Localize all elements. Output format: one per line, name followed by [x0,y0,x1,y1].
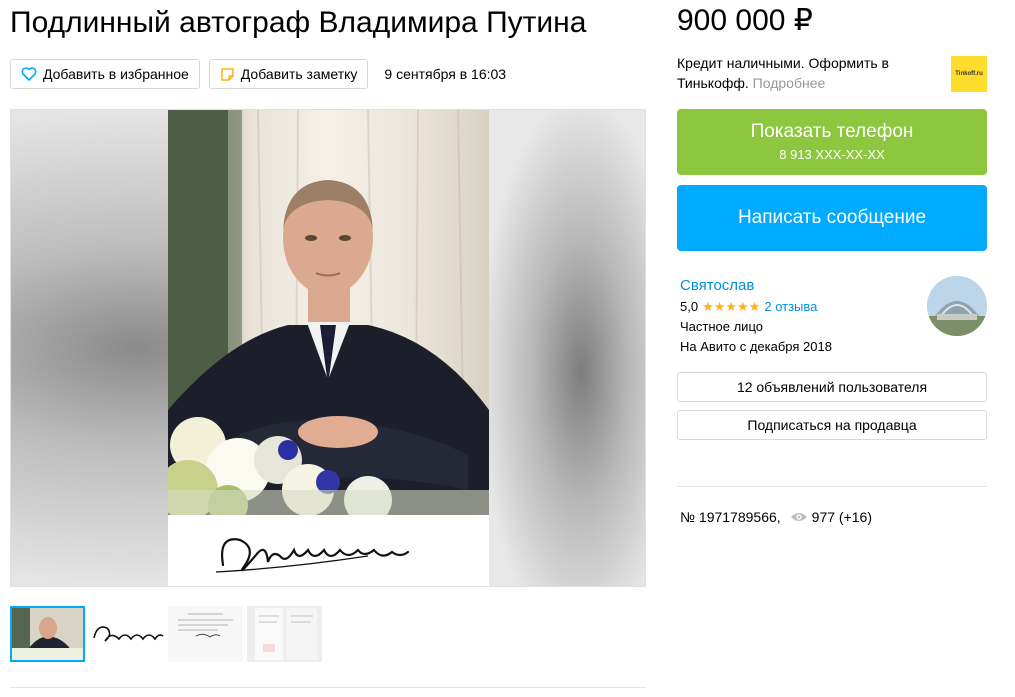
rating-value: 5,0 [680,299,699,314]
seller-type: Частное лицо [680,319,763,334]
listing-number: № 1971789566, [680,509,781,525]
seller-info: Святослав 5,0 ★★★★★ 2 отзыва Частное лиц… [680,276,920,357]
listing-meta: № 1971789566, 977 (+16) [680,508,872,526]
write-message-button[interactable]: Написать сообщение [677,185,987,251]
show-phone-label: Показать телефон [750,121,914,142]
add-to-favorites-label: Добавить в избранное [43,66,189,82]
reviews-link[interactable]: 2 отзыва [764,297,817,317]
add-note-button[interactable]: Добавить заметку [208,59,369,89]
views-count: 977 (+16) [811,509,872,525]
listing-toolbar: Добавить в избранное Добавить заметку 9 … [10,59,506,89]
thumbnail-signature-image [89,606,164,662]
credit-more-link[interactable]: Подробнее [753,75,826,91]
credit-offer: Кредит наличными. Оформить в Тинькофф. П… [677,53,922,93]
portrait-photo-image [168,110,489,586]
thumbnail-document-image [168,606,243,662]
seller-listings-button[interactable]: 12 объявлений пользователя [677,372,987,402]
seller-name-link[interactable]: Святослав [680,276,920,296]
avito-watermark: ●● Avito [411,553,479,576]
thumbnail-document2-image [247,606,322,662]
avatar-image [927,276,987,336]
seller-rating: 5,0 ★★★★★ 2 отзыва [680,297,920,317]
eye-icon [790,513,807,521]
seller-avatar[interactable] [927,276,987,336]
thumbnail-strip [10,606,326,662]
heart-icon [21,67,37,81]
rating-stars-icon: ★★★★★ [702,299,761,314]
avito-logo-icon: ●● [411,555,428,573]
thumbnail-1[interactable] [10,606,85,662]
thumbnail-4[interactable] [247,606,322,662]
main-photo[interactable]: ●● Avito [168,110,489,586]
price: 900 000 ₽ [677,4,813,37]
note-icon [220,67,234,81]
avito-watermark-label: Avito [429,553,479,575]
thumbnail-3[interactable] [168,606,243,662]
photo-gallery[interactable]: ●● Avito [10,109,646,587]
listing-title: Подлинный автограф Владимира Путина [10,6,587,39]
add-note-label: Добавить заметку [240,66,358,82]
thumbnail-2[interactable] [89,606,164,662]
sidebar-divider [677,486,987,487]
masked-phone-number: 8 913 XXX-XX-XX [779,147,885,162]
thumbnail-portrait-image [12,608,83,660]
show-phone-button[interactable]: Показать телефон 8 913 XXX-XX-XX [677,109,987,175]
listing-date: 9 сентября в 16:03 [384,66,507,82]
tinkoff-logo[interactable]: Tinkoff.ru [951,56,987,92]
gallery-blur-background-right [485,110,645,586]
add-to-favorites-button[interactable]: Добавить в избранное [10,59,200,89]
tinkoff-logo-text: Tinkoff.ru [955,71,983,77]
gallery-divider [10,687,646,688]
subscribe-seller-button[interactable]: Подписаться на продавца [677,410,987,440]
seller-since: На Авито с декабря 2018 [680,339,832,354]
